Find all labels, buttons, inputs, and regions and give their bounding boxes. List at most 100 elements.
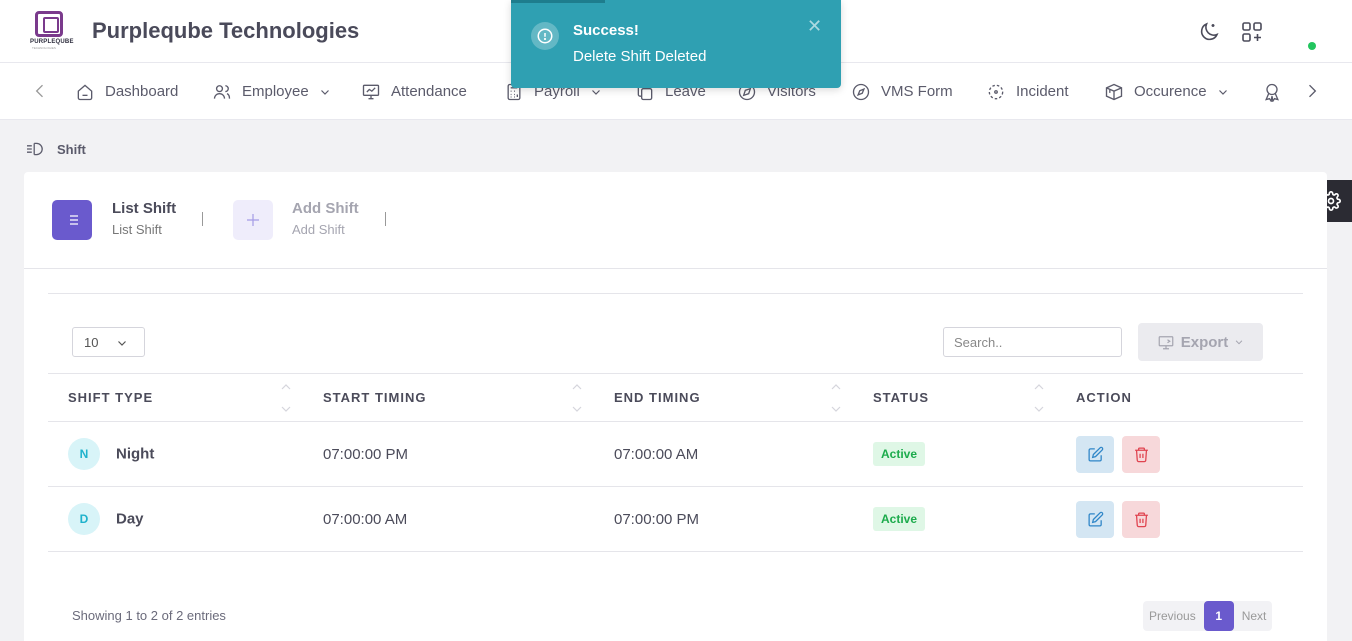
award-icon — [1265, 83, 1279, 102]
avatar: D — [68, 503, 100, 535]
logo-subtext: TECHNOLOGIES — [32, 46, 56, 50]
shift-table: SHIFT TYPE START TIMING END TIMING STATU… — [48, 373, 1303, 552]
toast-message: Delete Shift Deleted — [573, 48, 707, 65]
dark-mode-icon[interactable] — [1197, 20, 1221, 44]
column-header-status[interactable]: STATUS — [853, 373, 1056, 422]
page-length-select[interactable]: 10 — [72, 327, 145, 357]
sort-icon — [831, 384, 841, 412]
search-input[interactable] — [943, 327, 1122, 357]
export-icon — [1158, 336, 1174, 350]
shift-icon — [27, 142, 43, 156]
online-status-dot — [1308, 42, 1316, 50]
nav-scroll-left-icon[interactable] — [30, 81, 50, 101]
pagination-previous[interactable]: Previous — [1143, 601, 1202, 631]
status-cell: Active — [853, 486, 1056, 552]
nav-incident[interactable]: Incident — [986, 63, 1069, 120]
chevron-down-icon — [118, 341, 126, 346]
nav-scroll-right-icon[interactable] — [1302, 81, 1322, 101]
users-icon — [213, 84, 231, 99]
nav-label: Attendance — [391, 83, 467, 100]
shift-name: Night — [116, 445, 155, 463]
page-length-value: 10 — [84, 334, 99, 350]
export-button[interactable]: Export — [1138, 323, 1263, 361]
column-label: END TIMING — [614, 390, 701, 405]
column-header-shift-type[interactable]: SHIFT TYPE — [48, 373, 303, 422]
end-timing-cell: 07:00:00 PM — [594, 486, 853, 552]
edit-icon — [1087, 446, 1103, 462]
pagination-next[interactable]: Next — [1236, 601, 1273, 631]
table-row: D Day 07:00:00 AM 07:00:00 PM Active — [48, 486, 1303, 552]
action-cell — [1056, 486, 1303, 552]
nav-awards[interactable] — [1262, 63, 1292, 120]
nav-label: Dashboard — [105, 83, 179, 100]
action-cell — [1056, 421, 1303, 487]
delete-button[interactable] — [1122, 500, 1160, 538]
status-cell: Active — [853, 421, 1056, 487]
nav-attendance[interactable]: Attendance — [361, 63, 467, 120]
column-label: ACTION — [1076, 390, 1132, 405]
column-header-action: ACTION — [1056, 373, 1303, 422]
box-icon — [1105, 83, 1123, 100]
apps-icon[interactable] — [1240, 20, 1264, 44]
edit-button[interactable] — [1076, 500, 1114, 538]
shift-tabs: List Shift List Shift Add Shift Add Shif… — [24, 172, 1327, 269]
focus-icon — [988, 84, 1004, 99]
edit-button[interactable] — [1076, 435, 1114, 473]
company-name: Purpleqube Technologies — [92, 18, 360, 43]
list-icon — [66, 215, 78, 225]
export-label: Export — [1180, 333, 1229, 351]
home-icon — [77, 83, 93, 100]
tab-list-shift-title[interactable]: List Shift — [112, 200, 176, 217]
start-timing-cell: 07:00:00 AM — [303, 486, 594, 552]
nav-dashboard[interactable]: Dashboard — [75, 63, 178, 120]
status-badge: Active — [873, 442, 926, 466]
tab-list-shift[interactable] — [52, 200, 92, 240]
tab-add-shift-subtitle: Add Shift — [292, 222, 345, 237]
entries-info: Showing 1 to 2 of 2 entries — [72, 608, 226, 623]
end-timing-cell: 07:00:00 AM — [594, 421, 853, 487]
shift-type-cell: N Night — [48, 421, 303, 487]
table-header-row: SHIFT TYPE START TIMING END TIMING STATU… — [48, 373, 1303, 422]
shift-card: List Shift List Shift Add Shift Add Shif… — [24, 172, 1327, 641]
sort-icon — [1034, 384, 1044, 412]
info-circle-icon — [531, 22, 559, 50]
sort-icon — [572, 384, 582, 412]
nav-occurence[interactable]: Occurence — [1104, 63, 1229, 120]
company-logo[interactable]: PURPLEQUBE TECHNOLOGIES — [30, 11, 73, 51]
start-timing-cell: 07:00:00 PM — [303, 421, 594, 487]
nav-label: VMS Form — [881, 83, 953, 100]
avatar: N — [68, 438, 100, 470]
trash-icon — [1134, 511, 1148, 527]
status-badge: Active — [873, 507, 926, 531]
column-header-start-timing[interactable]: START TIMING — [303, 373, 594, 422]
presentation-icon — [362, 84, 380, 99]
sort-icon — [281, 384, 291, 412]
pagination-page-1[interactable]: 1 — [1203, 601, 1234, 631]
table-row: N Night 07:00:00 PM 07:00:00 AM Active — [48, 421, 1303, 487]
chevron-down-icon — [1235, 340, 1243, 345]
column-header-end-timing[interactable]: END TIMING — [594, 373, 853, 422]
success-toast: Success! Delete Shift Deleted ✕ — [511, 0, 841, 88]
nav-label: Employee — [242, 83, 309, 100]
breadcrumb: Shift — [25, 141, 86, 157]
logo-text: PURPLEQUBE — [30, 39, 74, 45]
table-panel: 10 Export SHIFT TYPE START TIMING — [48, 293, 1303, 641]
breadcrumb-label: Shift — [57, 141, 86, 157]
edit-icon — [1087, 511, 1103, 527]
chevron-down-icon — [320, 89, 329, 95]
tab-add-shift-title[interactable]: Add Shift — [292, 200, 359, 217]
column-label: SHIFT TYPE — [68, 390, 154, 405]
delete-button[interactable] — [1122, 435, 1160, 473]
compass-icon — [852, 83, 870, 100]
column-label: STATUS — [873, 390, 930, 405]
tab-add-shift[interactable] — [233, 200, 273, 240]
toast-title: Success! — [573, 22, 639, 39]
tab-separator — [202, 212, 203, 226]
nav-employee[interactable]: Employee — [212, 63, 331, 120]
nav-label: Incident — [1016, 83, 1069, 100]
nav-vms-form[interactable]: VMS Form — [851, 63, 953, 120]
tab-list-shift-subtitle: List Shift — [112, 222, 162, 237]
toast-close-icon[interactable]: ✕ — [807, 16, 822, 37]
chevron-down-icon — [1218, 89, 1227, 95]
pagination: Previous 1 Next — [1143, 601, 1273, 631]
